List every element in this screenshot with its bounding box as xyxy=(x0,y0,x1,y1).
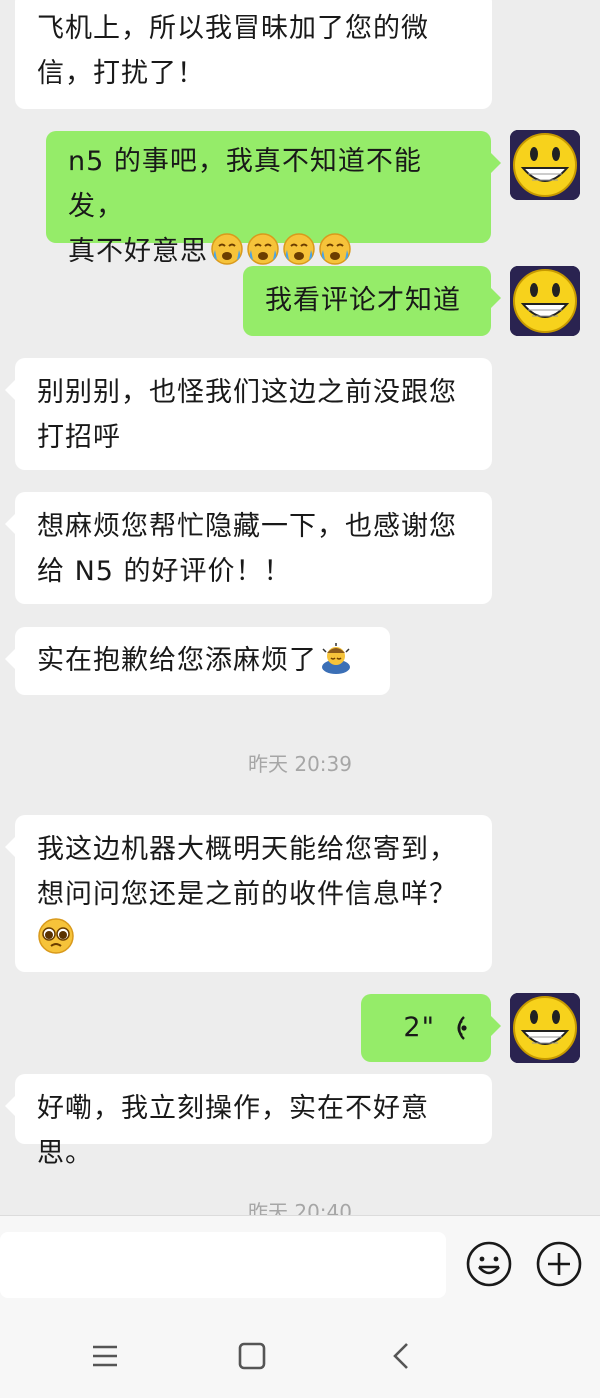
voice-message-bubble[interactable]: 2" xyxy=(361,994,501,1062)
message-text: 真不好意思 xyxy=(68,236,208,267)
message-line: 我这边机器大概明天能给您寄到， xyxy=(37,834,457,865)
voice-duration: 2" xyxy=(403,1012,435,1043)
avatar[interactable] xyxy=(510,266,580,336)
back-chevron-icon xyxy=(393,1343,408,1369)
message-bubble-incoming[interactable]: 想麻烦您帮忙隐藏一下，也感谢您 给 N5 的好评价！！ xyxy=(5,492,492,604)
message-bubble-incoming[interactable]: 实在抱歉给您添麻烦了 xyxy=(5,627,390,695)
home-button[interactable] xyxy=(232,1336,272,1376)
message-bubble-incoming[interactable]: 好嘞，我立刻操作，实在不好意思。 xyxy=(5,1074,492,1169)
timestamp: 昨天 20:39 xyxy=(248,752,352,776)
message-bubble-incoming[interactable]: 我这边机器大概明天能给您寄到， 想问问您还是之前的收件信息咩？ xyxy=(5,815,492,972)
voice-wave-icon xyxy=(447,1015,469,1041)
message-line: 我看评论才知道 xyxy=(265,285,461,316)
message-line: n5 的事吧，我真不知道不能发， xyxy=(68,146,422,222)
avatar[interactable] xyxy=(510,130,580,200)
smiley-face-icon xyxy=(466,1241,512,1287)
message-bubble-outgoing[interactable]: 我看评论才知道 xyxy=(243,266,501,336)
back-button[interactable] xyxy=(382,1336,422,1376)
menu-icon xyxy=(93,1345,117,1367)
timestamp: 昨天 20:40 xyxy=(248,1200,352,1215)
emoji-button[interactable] xyxy=(465,1240,513,1288)
pleading-face-emoji xyxy=(37,917,75,955)
system-nav-bar xyxy=(0,1318,600,1398)
home-square-icon xyxy=(238,1342,266,1370)
bowing-person-emoji xyxy=(319,641,353,675)
crying-face-emoji xyxy=(282,232,316,266)
message-text: 实在抱歉给您添麻烦了 xyxy=(37,645,317,676)
crying-face-emoji xyxy=(210,232,244,266)
grinning-smiley-avatar-icon xyxy=(510,130,580,200)
message-bubble-incoming[interactable]: 别别别，也怪我们这边之前没跟您 打招呼 xyxy=(5,358,492,470)
message-line: 别别别，也怪我们这边之前没跟您 xyxy=(37,377,457,408)
menu-button[interactable] xyxy=(85,1336,125,1376)
message-line: 信，打扰了！ xyxy=(37,58,205,89)
message-line: 想麻烦您帮忙隐藏一下，也感谢您 xyxy=(37,511,457,542)
chat-area[interactable]: 飞机上，所以我冒昧加了您的微 信，打扰了！ n5 的事吧，我真不知道不能发， 真… xyxy=(0,0,600,1215)
message-line: 给 N5 的好评价！！ xyxy=(37,556,292,587)
avatar[interactable] xyxy=(510,993,580,1063)
grinning-smiley-avatar-icon xyxy=(510,266,580,336)
message-input[interactable] xyxy=(0,1232,446,1298)
crying-face-emoji xyxy=(318,232,352,266)
crying-face-emoji xyxy=(246,232,280,266)
message-line: 想问问您还是之前的收件信息咩？ xyxy=(37,879,457,910)
more-button[interactable] xyxy=(535,1240,583,1288)
message-line xyxy=(37,917,470,963)
message-line: 实在抱歉给您添麻烦了 xyxy=(37,638,368,683)
message-line: 飞机上，所以我冒昧加了您的微 xyxy=(37,13,429,44)
input-bar xyxy=(0,1215,600,1318)
message-bubble-incoming[interactable]: 飞机上，所以我冒昧加了您的微 信，打扰了！ xyxy=(15,0,492,109)
message-bubble-outgoing[interactable]: n5 的事吧，我真不知道不能发， 真不好意思 xyxy=(46,131,501,267)
message-line: 好嘞，我立刻操作，实在不好意思。 xyxy=(37,1093,429,1169)
plus-circle-icon xyxy=(536,1241,582,1287)
message-line: 打招呼 xyxy=(37,422,121,453)
grinning-smiley-avatar-icon xyxy=(510,993,580,1063)
